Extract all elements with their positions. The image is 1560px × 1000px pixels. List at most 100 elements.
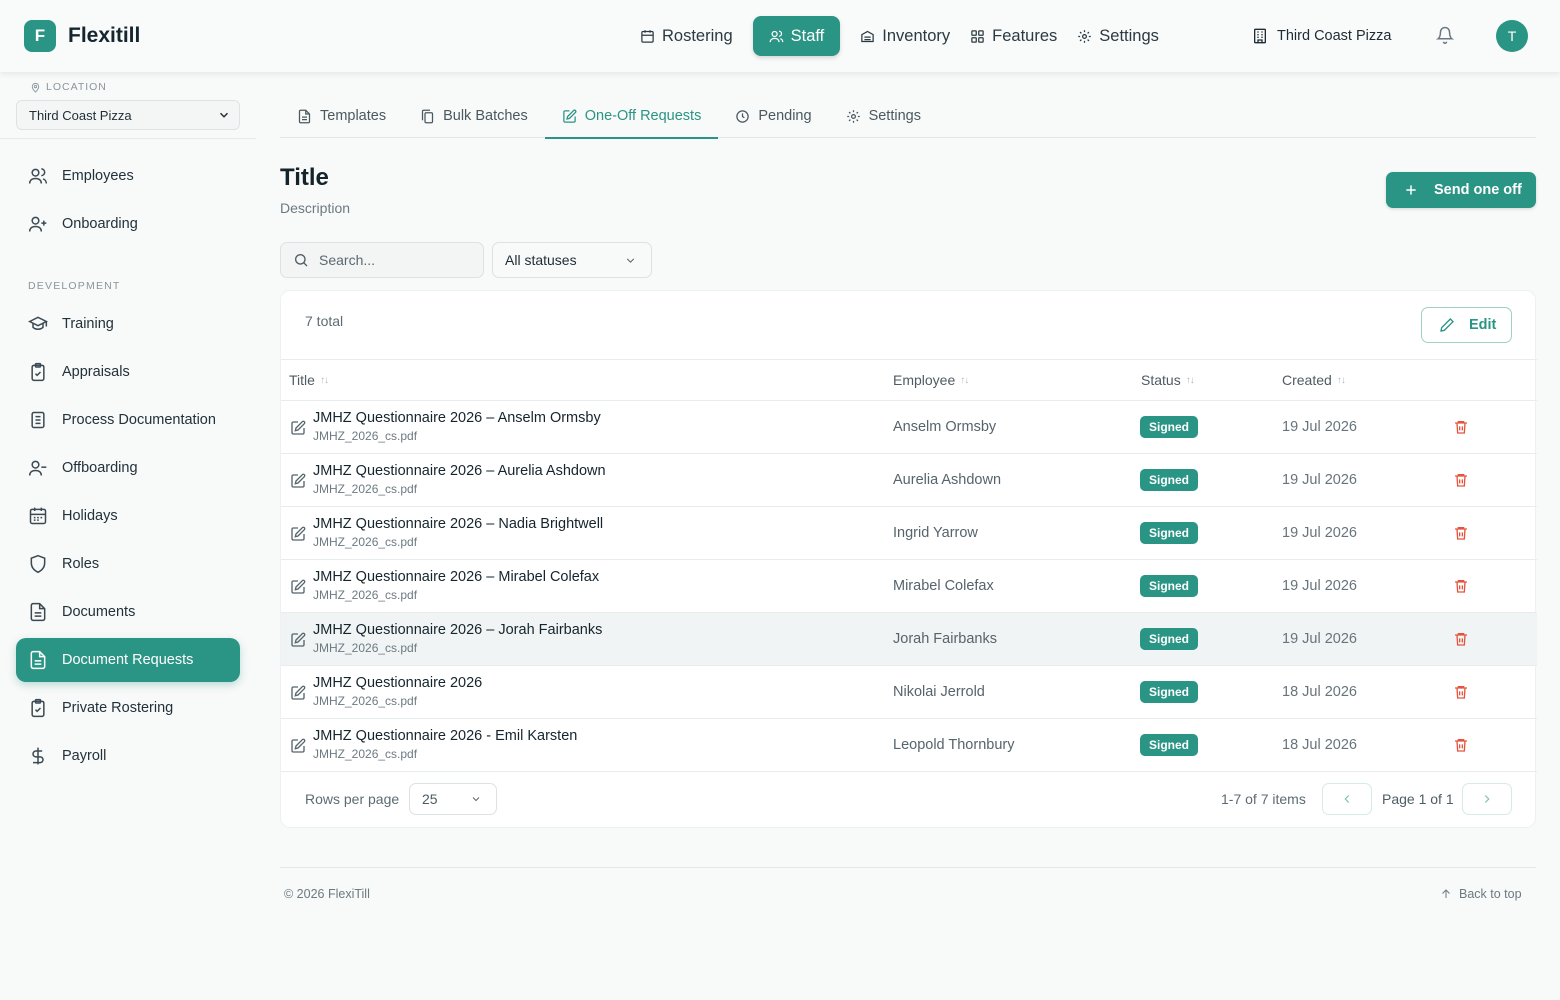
tab-bulk-batches[interactable]: Bulk Batches [403, 94, 545, 138]
rows-per-page-select[interactable]: 25 [409, 783, 497, 815]
file-text-icon [28, 650, 48, 670]
row-file: JMHZ_2026_cs.pdf [313, 641, 418, 655]
table-row[interactable]: JMHZ Questionnaire 2026 – Jorah Fairbank… [281, 613, 1537, 666]
trash-icon[interactable] [1453, 525, 1469, 541]
row-title: JMHZ Questionnaire 2026 – Jorah Fairbank… [313, 622, 603, 638]
table-row[interactable]: JMHZ Questionnaire 2026 - Emil Karsten J… [281, 719, 1537, 772]
trash-icon[interactable] [1453, 631, 1469, 647]
topnav-settings[interactable]: Settings [1067, 16, 1169, 56]
rows-per-page-value: 25 [422, 791, 438, 807]
sidebar-item-process-documentation[interactable]: Process Documentation [16, 398, 240, 442]
topnav-inventory[interactable]: Inventory [850, 16, 960, 56]
row-created: 19 Jul 2026 [1282, 419, 1357, 435]
footer-divider [280, 867, 1536, 868]
column-status[interactable]: Status ↑↓ [1141, 372, 1195, 388]
edit-document-icon [290, 579, 306, 595]
prev-page-button[interactable] [1322, 783, 1372, 815]
chevron-right-icon [1480, 792, 1494, 806]
table-row[interactable]: JMHZ Questionnaire 2026 JMHZ_2026_cs.pdf… [281, 666, 1537, 719]
row-title: JMHZ Questionnaire 2026 [313, 675, 483, 691]
sidebar-item-payroll[interactable]: Payroll [16, 734, 240, 778]
chevron-down-icon [217, 108, 231, 122]
status-badge: Signed [1140, 628, 1199, 650]
status-filter-select[interactable]: All statuses [492, 242, 652, 278]
file-text-icon [28, 602, 48, 622]
back-to-top-label: Back to top [1459, 887, 1522, 901]
rows-per-page-label: Rows per page [305, 791, 400, 807]
sidebar-item-documents[interactable]: Documents [16, 590, 240, 634]
status-badge: Signed [1140, 522, 1199, 544]
tab-one-off-requests[interactable]: One-Off Requests [544, 94, 719, 139]
sidebar-item-label: Documents [62, 604, 136, 620]
table-row[interactable]: JMHZ Questionnaire 2026 – Nadia Brightwe… [281, 507, 1537, 560]
column-title[interactable]: Title ↑↓ [289, 372, 329, 388]
archive-icon [860, 29, 875, 44]
sidebar-item-employees[interactable]: Employees [16, 154, 240, 198]
trash-icon[interactable] [1453, 472, 1469, 488]
brand-name: Flexitill [68, 24, 141, 47]
row-file: JMHZ_2026_cs.pdf [313, 588, 418, 602]
sidebar-item-label: Offboarding [62, 460, 138, 476]
edit-document-icon [290, 420, 306, 436]
divider [0, 138, 256, 139]
row-employee: Mirabel Colefax [893, 578, 994, 594]
sidebar-item-roles[interactable]: Roles [16, 542, 240, 586]
row-title: JMHZ Questionnaire 2026 – Aurelia Ashdow… [313, 463, 606, 479]
row-employee: Aurelia Ashdown [893, 472, 1002, 488]
trash-icon[interactable] [1453, 737, 1469, 753]
sidebar-item-onboarding[interactable]: Onboarding [16, 202, 240, 246]
topnav-staff[interactable]: Staff [752, 16, 841, 56]
topnav-features[interactable]: Features [960, 16, 1067, 56]
pencil-icon [1439, 317, 1455, 333]
sidebar-item-training[interactable]: Training [16, 302, 240, 346]
trash-icon[interactable] [1453, 684, 1469, 700]
table-row[interactable]: JMHZ Questionnaire 2026 – Anselm Ormsby … [281, 401, 1537, 454]
tab-templates[interactable]: Templates [280, 94, 403, 138]
sidebar-item-private-rostering[interactable]: Private Rostering [16, 686, 240, 730]
search-input[interactable]: Search... [280, 242, 484, 278]
table-row[interactable]: JMHZ Questionnaire 2026 – Mirabel Colefa… [281, 560, 1537, 613]
tab-settings[interactable]: Settings [829, 94, 938, 138]
column-employee[interactable]: Employee ↑↓ [893, 372, 969, 388]
sidebar-item-holidays[interactable]: Holidays [16, 494, 240, 538]
plus-icon [1404, 183, 1418, 197]
column-created[interactable]: Created ↑↓ [1282, 372, 1346, 388]
status-badge: Signed [1140, 469, 1199, 491]
back-to-top-link[interactable]: Back to top [1440, 887, 1522, 901]
arrow-up-icon [1440, 888, 1452, 900]
edit-document-icon [290, 738, 306, 754]
document-list-icon [28, 410, 48, 430]
row-created: 19 Jul 2026 [1282, 525, 1357, 541]
next-page-button[interactable] [1462, 783, 1512, 815]
edit-button[interactable]: Edit [1421, 307, 1512, 343]
sidebar-item-label: Employees [62, 168, 134, 184]
tab-pending[interactable]: Pending [718, 94, 828, 138]
sidebar-item-label: Holidays [62, 508, 118, 524]
status-badge: Signed [1140, 681, 1199, 703]
store-switcher[interactable]: Third Coast Pizza [1242, 16, 1401, 56]
sidebar-item-appraisals[interactable]: Appraisals [16, 350, 240, 394]
sidebar-item-offboarding[interactable]: Offboarding [16, 446, 240, 490]
table-row[interactable]: JMHZ Questionnaire 2026 – Aurelia Ashdow… [281, 454, 1537, 507]
bell-icon[interactable] [1436, 26, 1456, 46]
row-title: JMHZ Questionnaire 2026 – Anselm Ormsby [313, 410, 601, 426]
row-created: 19 Jul 2026 [1282, 472, 1357, 488]
trash-icon[interactable] [1453, 419, 1469, 435]
pagination-bar: Rows per page 25 1-7 of 7 items Page 1 o… [281, 773, 1537, 829]
sidebar-item-document-requests[interactable]: Document Requests [16, 638, 240, 682]
row-employee: Leopold Thornbury [893, 737, 1015, 753]
brand[interactable]: F Flexitill [24, 20, 140, 52]
page-description: Description [280, 200, 351, 216]
sort-icon: ↑↓ [319, 374, 329, 386]
page-info: Page 1 of 1 [1382, 791, 1454, 807]
copy-icon [420, 109, 435, 124]
avatar[interactable]: T [1496, 20, 1528, 52]
send-one-off-button[interactable]: Send one off [1386, 172, 1536, 208]
status-filter-value: All statuses [505, 252, 577, 268]
trash-icon[interactable] [1453, 578, 1469, 594]
location-select[interactable]: Third Coast Pizza [16, 100, 240, 130]
search-placeholder: Search... [319, 252, 376, 268]
row-employee: Anselm Ormsby [893, 419, 997, 435]
topnav-rostering[interactable]: Rostering [630, 16, 743, 56]
sidebar-item-label: Appraisals [62, 364, 130, 380]
